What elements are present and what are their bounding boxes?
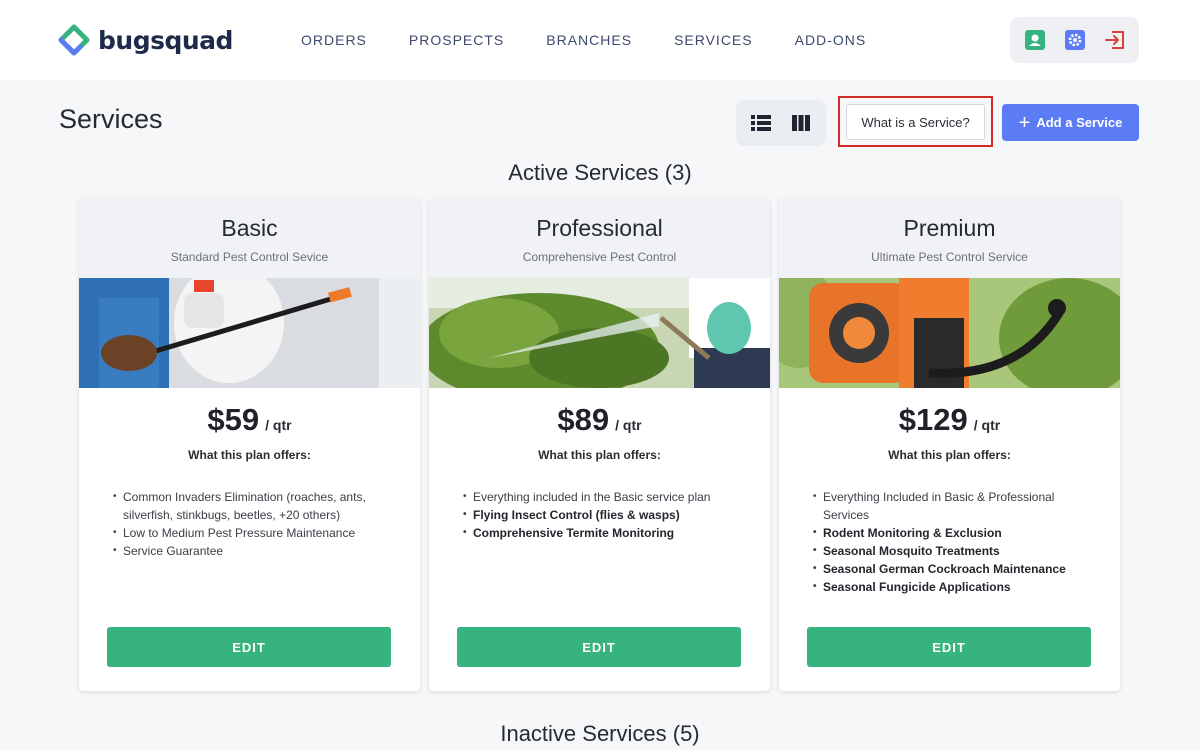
add-service-label: Add a Service	[1036, 115, 1123, 130]
card-header: Professional Comprehensive Pest Control	[429, 199, 770, 278]
edit-button-premium[interactable]: EDIT	[807, 627, 1091, 667]
card-subtitle: Ultimate Pest Control Service	[871, 250, 1028, 264]
card-subtitle: Standard Pest Control Sevice	[170, 250, 329, 264]
offers-heading: What this plan offers:	[888, 448, 1011, 462]
offers-heading: What this plan offers:	[188, 448, 311, 462]
inactive-services-heading: Inactive Services (5)	[500, 721, 700, 746]
user-card-icon[interactable]	[1024, 29, 1046, 51]
service-card-professional: Professional Comprehensive Pest Control …	[429, 199, 770, 691]
service-image-sprayer	[79, 278, 420, 388]
top-navbar: bugsquad ORDERS PROSPECTS BRANCHES SERVI…	[0, 0, 1200, 80]
feature-item: Seasonal German Cockroach Maintenance	[813, 560, 1073, 578]
plus-icon: +	[1018, 111, 1031, 134]
price-amount: $129	[898, 402, 968, 437]
sign-out-icon[interactable]	[1104, 29, 1126, 51]
what-is-a-service-button[interactable]: What is a Service?	[846, 104, 985, 140]
feature-list: Common Invaders Elimination (roaches, an…	[113, 488, 373, 560]
brand-name: bugsquad	[98, 25, 233, 55]
nav-link-orders[interactable]: ORDERS	[301, 32, 367, 48]
price-amount: $59	[207, 402, 260, 437]
feature-list: Everything included in the Basic service…	[463, 488, 723, 542]
nav-link-branches[interactable]: BRANCHES	[546, 32, 632, 48]
card-title: Professional	[536, 215, 663, 241]
price-period: / qtr	[615, 417, 642, 433]
active-services-heading: Active Services (3)	[508, 160, 692, 185]
view-toggle	[736, 100, 826, 146]
nav-icon-group	[1010, 17, 1139, 63]
feature-item: Comprehensive Termite Monitoring	[463, 524, 723, 542]
feature-item: Seasonal Mosquito Treatments	[813, 542, 1073, 560]
page-title: Services	[59, 104, 163, 134]
column-view-icon[interactable]	[791, 114, 811, 132]
price-period: / qtr	[973, 417, 1001, 433]
edit-button-basic[interactable]: EDIT	[107, 627, 391, 667]
list-view-icon[interactable]	[751, 114, 771, 132]
price-amount: $89	[557, 402, 610, 437]
price-period: / qtr	[265, 417, 292, 433]
feature-item: Seasonal Fungicide Applications	[813, 578, 1073, 596]
feature-item: Low to Medium Pest Pressure Maintenance	[113, 524, 373, 542]
offers-heading: What this plan offers:	[538, 448, 661, 462]
service-image-backpack-fogger	[779, 278, 1120, 388]
card-title: Premium	[903, 215, 996, 241]
nav-link-add-ons[interactable]: ADD-ONS	[795, 32, 867, 48]
feature-list: Everything Included in Basic & Professio…	[813, 488, 1073, 596]
bugsquad-logo[interactable]: bugsquad	[58, 24, 233, 56]
service-image-hedge-spray	[429, 278, 770, 388]
feature-item: Everything included in the Basic service…	[463, 488, 723, 506]
settings-gear-icon[interactable]	[1064, 29, 1086, 51]
bugsquad-logo-icon	[58, 24, 90, 56]
card-subtitle: Comprehensive Pest Control	[522, 250, 677, 264]
nav-link-services[interactable]: SERVICES	[674, 32, 753, 48]
feature-item: Everything Included in Basic & Professio…	[813, 488, 1073, 524]
price-row: $89 / qtr	[429, 402, 770, 438]
feature-item: Rodent Monitoring & Exclusion	[813, 524, 1073, 542]
feature-item: Flying Insect Control (flies & wasps)	[463, 506, 723, 524]
card-header: Basic Standard Pest Control Sevice	[79, 199, 420, 278]
service-card-basic: Basic Standard Pest Control Sevice $59 / …	[79, 199, 420, 691]
card-header: Premium Ultimate Pest Control Service	[779, 199, 1120, 278]
price-row: $59 / qtr	[79, 402, 420, 438]
feature-item: Common Invaders Elimination (roaches, an…	[113, 488, 373, 524]
card-title: Basic	[221, 215, 278, 241]
edit-button-professional[interactable]: EDIT	[457, 627, 741, 667]
nav-link-prospects[interactable]: PROSPECTS	[409, 32, 504, 48]
main-nav: ORDERS PROSPECTS BRANCHES SERVICES ADD-O…	[280, 0, 887, 80]
feature-item: Service Guarantee	[113, 542, 373, 560]
add-service-button[interactable]: + Add a Service	[1002, 104, 1139, 141]
service-card-premium: Premium Ultimate Pest Control Service $1…	[779, 199, 1120, 691]
price-row: $129 / qtr	[779, 402, 1120, 438]
